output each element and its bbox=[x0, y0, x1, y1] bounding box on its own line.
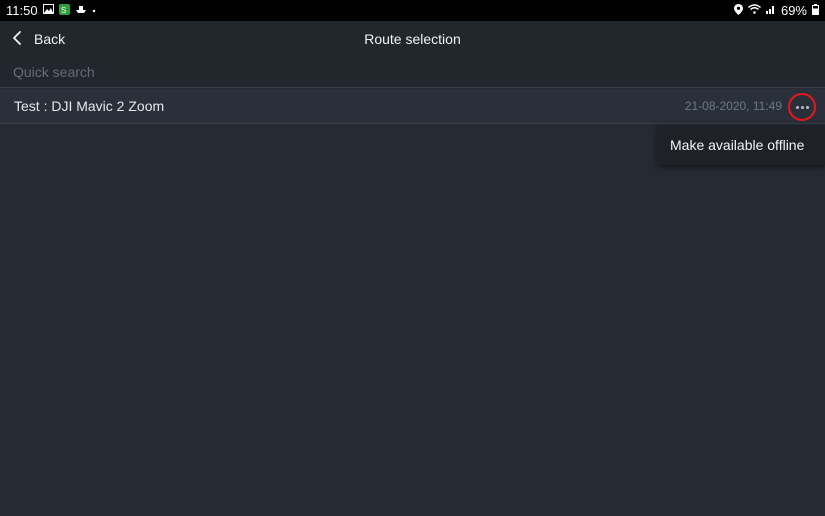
battery-percent: 69% bbox=[780, 3, 807, 18]
app-header: Back Route selection bbox=[0, 21, 825, 57]
location-icon bbox=[733, 3, 743, 18]
menu-item-make-available-offline[interactable]: Make available offline bbox=[670, 125, 804, 165]
page-title: Route selection bbox=[364, 31, 461, 47]
more-dot bbox=[800, 105, 804, 109]
wifi-icon bbox=[748, 4, 761, 17]
status-right: 69% bbox=[733, 3, 819, 18]
route-name: Test : DJI Mavic 2 Zoom bbox=[14, 98, 165, 114]
battery-icon bbox=[812, 3, 819, 18]
search-input[interactable] bbox=[13, 62, 793, 82]
svg-text:S: S bbox=[61, 6, 66, 15]
status-bar: 11:50 S 69% bbox=[0, 0, 825, 21]
more-dot bbox=[805, 105, 809, 109]
more-dots-icon bbox=[795, 105, 799, 109]
route-date: 21-08-2020, 11:49 bbox=[684, 99, 782, 113]
signal-icon bbox=[765, 4, 776, 17]
status-time: 11:50 bbox=[6, 3, 38, 18]
dot-icon bbox=[92, 6, 96, 16]
status-left: 11:50 S bbox=[6, 3, 96, 18]
search-bar bbox=[0, 57, 825, 88]
boat-icon bbox=[75, 4, 87, 17]
gallery-icon bbox=[42, 4, 54, 17]
route-list-item[interactable]: Test : DJI Mavic 2 Zoom 21-08-2020, 11:4… bbox=[0, 89, 825, 124]
app-notification-icon: S bbox=[58, 3, 70, 18]
more-options-button[interactable] bbox=[788, 93, 816, 121]
context-menu: Make available offline bbox=[657, 125, 825, 165]
